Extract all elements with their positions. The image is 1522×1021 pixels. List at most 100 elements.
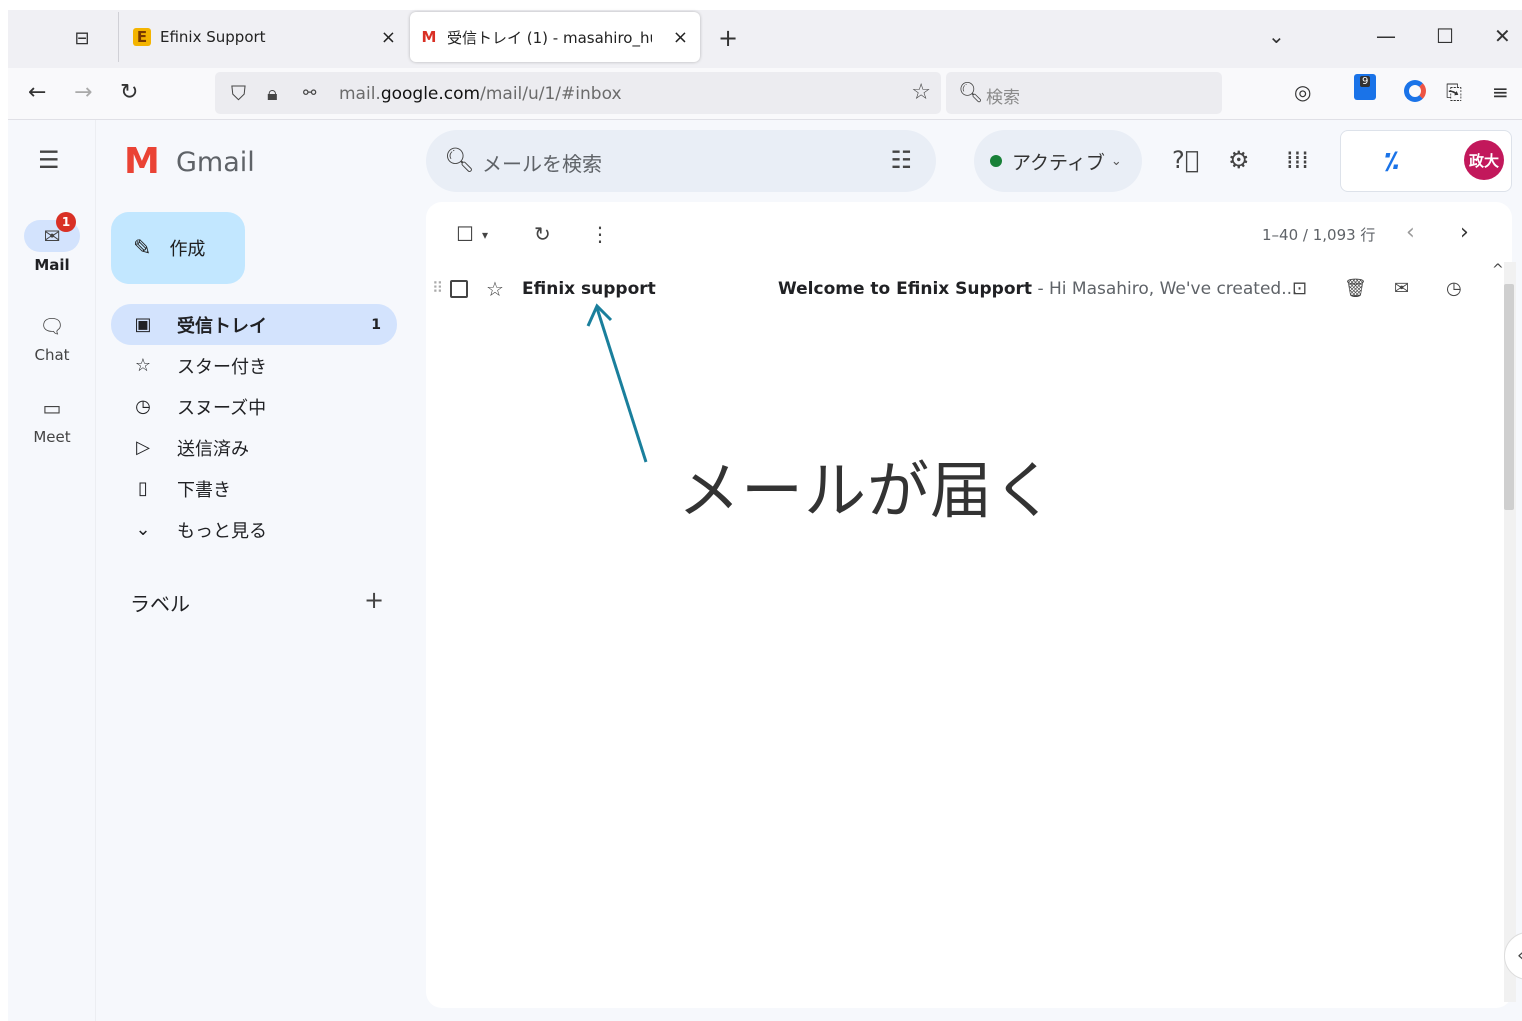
- mail-search-box[interactable]: 🔍︎ メールを検索 ☷: [426, 130, 936, 192]
- prev-page-icon[interactable]: ‹: [1406, 220, 1415, 245]
- bookmark-star-icon[interactable]: ☆: [911, 80, 931, 105]
- add-label-icon[interactable]: +: [364, 586, 384, 614]
- apps-grid-icon[interactable]: ⁞⁞⁞: [1286, 146, 1309, 174]
- tab-gmail-inbox[interactable]: M 受信トレイ (1) - masahiro_hukuo ×: [410, 12, 700, 62]
- mail-icon: ✉ 1: [24, 212, 80, 252]
- tab-close-icon[interactable]: ×: [381, 27, 396, 48]
- window-close-icon[interactable]: ✕: [1494, 24, 1511, 48]
- scroll-thumb[interactable]: [1504, 284, 1514, 510]
- inbox-icon: ▣: [134, 314, 152, 335]
- browser-nav-bar: ← → ↻ ⛉ 🔒︎ ⚯ mail.google.com/mail/u/1/#i…: [8, 68, 1522, 120]
- gear-icon[interactable]: ⚙: [1228, 146, 1250, 174]
- menu-icon[interactable]: ≡: [1492, 80, 1509, 104]
- mail-list-panel: ☐ ▾ ↻ ⋮ 1–40 / 1,093 行 ‹ › ⠿ ☆ Efinix su…: [426, 202, 1512, 1008]
- sidebar-item-snoozed[interactable]: ◷ スヌーズ中: [111, 386, 397, 427]
- row-checkbox[interactable]: [450, 280, 468, 298]
- sidebar-item-starred[interactable]: ☆ スター付き: [111, 345, 397, 386]
- lock-icon[interactable]: 🔒︎: [267, 81, 278, 105]
- caret-down-icon[interactable]: ▾: [482, 228, 488, 242]
- help-icon[interactable]: ?⃝: [1172, 146, 1199, 174]
- chevron-down-icon: ⌄: [135, 519, 151, 540]
- share-icon[interactable]: ⎘: [1446, 80, 1462, 104]
- sidebar-item-label: もっと見る: [177, 520, 267, 542]
- status-selector[interactable]: アクティブ ⌄: [974, 130, 1142, 192]
- sidebar-item-drafts[interactable]: ▯ 下書き: [111, 468, 397, 509]
- select-all-checkbox[interactable]: ☐: [456, 222, 474, 246]
- tab-title: Efinix Support: [160, 28, 266, 46]
- subject-line[interactable]: Welcome to Efinix Support - Hi Masahiro,…: [778, 279, 1297, 299]
- table-row[interactable]: ⠿ ☆ Efinix support Welcome to Efinix Sup…: [426, 270, 1496, 310]
- refresh-icon[interactable]: ↻: [534, 222, 551, 246]
- avatar[interactable]: 政大: [1464, 140, 1504, 180]
- back-icon[interactable]: ←: [28, 80, 46, 105]
- rail-mail[interactable]: ✉ 1 Mail: [8, 212, 96, 274]
- clock-icon: ◷: [135, 396, 151, 417]
- labels-heading: ラベル: [130, 592, 190, 616]
- rail-meet[interactable]: ▭ Meet: [8, 392, 96, 446]
- maximize-icon[interactable]: ☐: [1436, 24, 1454, 48]
- mark-read-icon[interactable]: ✉: [1394, 278, 1409, 299]
- gmail-logo[interactable]: M Gmail: [124, 144, 255, 180]
- shield-icon[interactable]: ⛉: [231, 81, 246, 105]
- browser-search-box[interactable]: 🔍︎ 検索: [946, 72, 1222, 114]
- extension-badge-icon[interactable]: 9: [1354, 74, 1376, 100]
- tab-close-icon[interactable]: ×: [673, 27, 688, 48]
- unread-count: 1: [371, 316, 381, 333]
- search-icon[interactable]: 🔍︎: [444, 146, 474, 174]
- url-text[interactable]: mail.google.com/mail/u/1/#inbox: [339, 84, 622, 104]
- pagination-text: 1–40 / 1,093 行: [1262, 226, 1376, 244]
- star-icon[interactable]: ☆: [486, 277, 504, 301]
- chat-icon: 🗨︎: [39, 314, 65, 338]
- compose-label: 作成: [169, 239, 206, 260]
- tab-title: 受信トレイ (1) - masahiro_hukuo: [447, 28, 652, 47]
- scrollbar[interactable]: [1504, 262, 1516, 1002]
- snooze-clock-icon[interactable]: ◷: [1446, 278, 1462, 299]
- gmail-app: ☰ ✉ 1 Mail 🗨︎ Chat ▭ Meet M Gmail 🔍︎ メールを…: [8, 120, 1522, 1021]
- status-dot: [990, 155, 1002, 167]
- forward-icon[interactable]: →: [74, 80, 92, 105]
- minimize-icon[interactable]: —: [1376, 24, 1396, 48]
- sidebar-item-label: スター付き: [177, 356, 267, 378]
- address-bar[interactable]: ⛉ 🔒︎ ⚯ mail.google.com/mail/u/1/#inbox ☆: [215, 72, 941, 114]
- drag-handle-icon[interactable]: ⠿: [432, 279, 443, 297]
- more-vert-icon[interactable]: ⋮: [590, 222, 610, 246]
- account-extension-icon[interactable]: ◎: [1294, 80, 1311, 104]
- sidebar-item-sent[interactable]: ▷ 送信済み: [111, 427, 397, 468]
- sidebar-item-label: 送信済み: [177, 438, 249, 460]
- rail-chat[interactable]: 🗨︎ Chat: [8, 310, 96, 364]
- sidebar-item-label: 下書き: [177, 479, 231, 501]
- search-placeholder: メールを検索: [482, 152, 602, 176]
- chevron-down-icon: ⌄: [1110, 153, 1122, 169]
- sidebar-item-more[interactable]: ⌄ もっと見る: [111, 509, 397, 550]
- new-tab-button[interactable]: +: [718, 24, 738, 52]
- next-page-icon[interactable]: ›: [1460, 220, 1469, 245]
- status-label: アクティブ: [1012, 151, 1105, 174]
- unread-badge: 1: [56, 212, 76, 232]
- efinix-favicon-icon: E: [133, 28, 151, 46]
- scroll-up-icon[interactable]: ^: [1492, 262, 1504, 278]
- search-options-icon[interactable]: ☷: [890, 146, 912, 174]
- trash-icon[interactable]: 🗑︎: [1344, 278, 1367, 299]
- pencil-icon: ✎: [133, 235, 152, 261]
- star-icon: ☆: [134, 355, 152, 376]
- tab-efinix-support[interactable]: E Efinix Support ×: [118, 12, 408, 62]
- sidebar-item-label: スヌーズ中: [177, 397, 267, 419]
- extension-c-icon[interactable]: [1404, 80, 1426, 102]
- organization-logo-icon: ⁒: [1385, 147, 1399, 175]
- archive-icon[interactable]: ⊡: [1292, 278, 1307, 299]
- permissions-icon[interactable]: ⚯: [303, 83, 316, 102]
- video-icon: ▭: [42, 396, 62, 420]
- gmail-wordmark: Gmail: [176, 146, 255, 178]
- folder-list: ▣ 受信トレイ 1 ☆ スター付き ◷ スヌーズ中 ▷ 送信済み ▯ 下書き ⌄…: [111, 304, 397, 550]
- search-placeholder: 検索: [986, 88, 1020, 108]
- tab-list-icon[interactable]: ⊟: [70, 26, 94, 50]
- compose-button[interactable]: ✎ 作成: [111, 212, 245, 284]
- sender-name[interactable]: Efinix support: [522, 279, 656, 299]
- search-icon: 🔍︎: [958, 80, 984, 104]
- draft-file-icon: ▯: [138, 478, 148, 499]
- main-menu-icon[interactable]: ☰: [38, 146, 60, 174]
- app-rail: ☰ ✉ 1 Mail 🗨︎ Chat ▭ Meet: [8, 120, 96, 1021]
- sidebar-item-inbox[interactable]: ▣ 受信トレイ 1: [111, 304, 397, 345]
- reload-icon[interactable]: ↻: [120, 80, 138, 105]
- chevron-down-icon[interactable]: ⌄: [1268, 24, 1285, 48]
